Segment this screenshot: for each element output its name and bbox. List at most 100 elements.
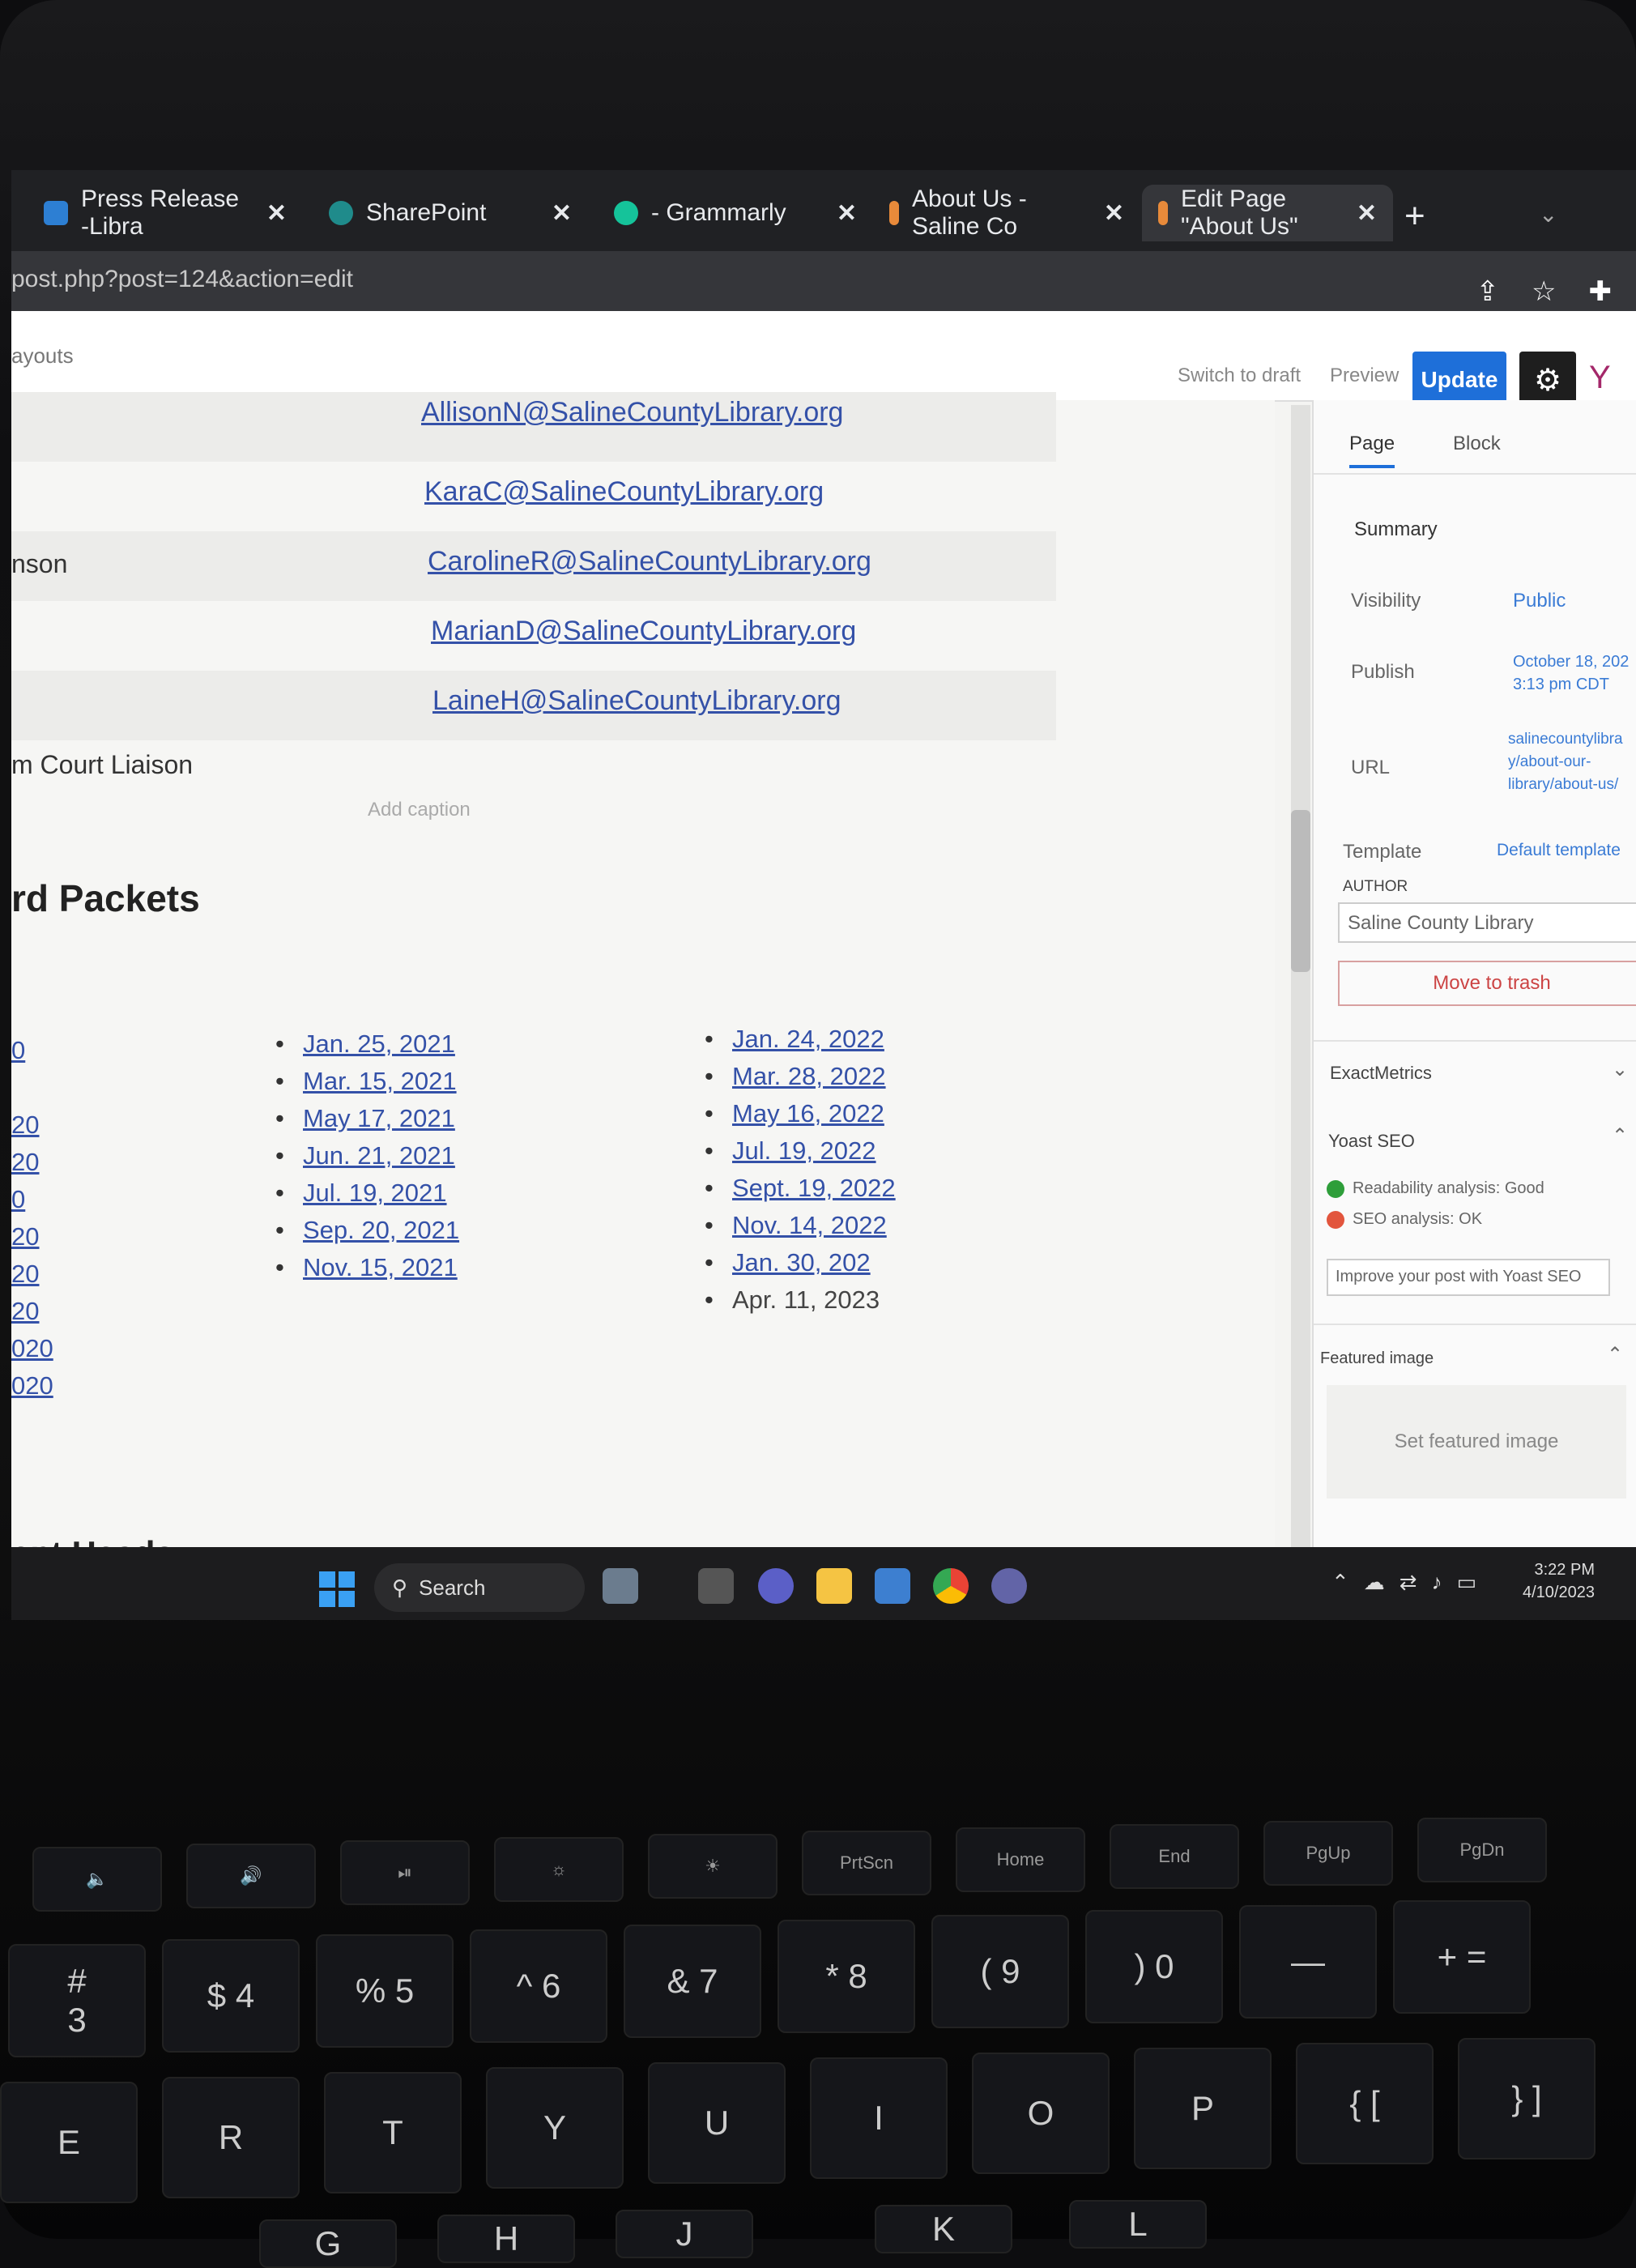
scrollbar-thumb[interactable] bbox=[1291, 810, 1310, 972]
windows-taskbar: ⚲ Search ⌃☁⇄♪▭ 3:22 PM 4/10/2023 bbox=[11, 1547, 1636, 1620]
readability-result: Readability analysis: Good bbox=[1327, 1179, 1544, 1198]
url-value-2[interactable]: y/about-our- bbox=[1508, 753, 1591, 771]
staff-email-link[interactable]: AllisonN@SalineCountyLibrary.org bbox=[421, 397, 843, 428]
publish-time[interactable]: 3:13 pm CDT bbox=[1513, 676, 1609, 694]
tab-block[interactable]: Block bbox=[1453, 433, 1501, 455]
close-tab-icon[interactable]: ✕ bbox=[1104, 199, 1124, 228]
visibility-value[interactable]: Public bbox=[1513, 590, 1566, 612]
system-tray-icons[interactable]: ⌃☁⇄♪▭ bbox=[1331, 1570, 1491, 1595]
packet-link[interactable]: Mar. 28, 2022 bbox=[705, 1058, 896, 1095]
key-k: K bbox=[875, 2205, 1012, 2253]
table-row: AllisonN@SalineCountyLibrary.org bbox=[11, 392, 1056, 462]
packet-link[interactable]: 20 bbox=[11, 1144, 53, 1181]
taskbar-search[interactable]: ⚲ Search bbox=[374, 1563, 585, 1612]
widgets-icon[interactable] bbox=[603, 1568, 638, 1604]
packet-link[interactable]: Jan. 30, 202 bbox=[705, 1244, 896, 1281]
close-tab-icon[interactable]: ✕ bbox=[266, 199, 287, 228]
improve-yoast-button[interactable]: Improve your post with Yoast SEO bbox=[1327, 1259, 1610, 1296]
new-tab-icon[interactable]: + bbox=[1404, 196, 1425, 237]
chevron-down-icon[interactable]: ⌄ bbox=[1612, 1058, 1628, 1081]
packet-link[interactable]: 20 bbox=[11, 1106, 53, 1144]
key-h: H bbox=[437, 2215, 575, 2263]
packet-link[interactable]: Sep. 20, 2021 bbox=[275, 1212, 459, 1249]
close-tab-icon[interactable]: ✕ bbox=[837, 199, 857, 228]
packet-link[interactable]: Jan. 25, 2021 bbox=[275, 1025, 459, 1063]
url-value-1[interactable]: salinecountylibra bbox=[1508, 731, 1623, 748]
author-select[interactable]: Saline County Library bbox=[1338, 902, 1636, 943]
move-to-trash-button[interactable]: Move to trash bbox=[1338, 961, 1636, 1006]
staff-email-link[interactable]: LaineH@SalineCountyLibrary.org bbox=[432, 685, 841, 717]
packet-link[interactable]: 20 bbox=[11, 1218, 53, 1256]
packet-link[interactable] bbox=[11, 1069, 53, 1106]
yoast-seo-panel[interactable]: Yoast SEO bbox=[1328, 1131, 1415, 1152]
packet-link[interactable]: 020 bbox=[11, 1367, 53, 1405]
set-featured-image-button[interactable]: Set featured image bbox=[1327, 1385, 1626, 1498]
publish-date[interactable]: October 18, 202 bbox=[1513, 653, 1629, 671]
url-value-3[interactable]: library/about-us/ bbox=[1508, 776, 1618, 794]
packet-link[interactable]: Jul. 19, 2021 bbox=[275, 1174, 459, 1212]
key-0: ) 0 bbox=[1085, 1910, 1223, 2023]
packet-link[interactable]: Mar. 15, 2021 bbox=[275, 1063, 459, 1100]
chevron-up-icon[interactable]: ⌃ bbox=[1607, 1343, 1623, 1366]
packet-link[interactable]: Jul. 19, 2022 bbox=[705, 1132, 896, 1170]
chevron-up-icon[interactable]: ⌃ bbox=[1612, 1124, 1628, 1148]
tab-about-us[interactable]: About Us - Saline Co ✕ bbox=[873, 185, 1140, 241]
chrome-icon[interactable] bbox=[933, 1568, 969, 1604]
url-text[interactable]: post.php?post=124&action=edit bbox=[11, 266, 353, 293]
tab-search-chevron-icon[interactable]: ⌄ bbox=[1539, 201, 1557, 228]
preview-button[interactable]: Preview bbox=[1330, 364, 1399, 387]
packet-link[interactable]: 20 bbox=[11, 1293, 53, 1330]
close-tab-icon[interactable]: ✕ bbox=[1357, 199, 1377, 228]
taskbar-clock[interactable]: 3:22 PM 4/10/2023 bbox=[1523, 1558, 1595, 1604]
packet-link[interactable]: 0 bbox=[11, 1181, 53, 1218]
key-5: % 5 bbox=[316, 1934, 454, 2048]
yoast-icon[interactable]: Y bbox=[1589, 360, 1611, 396]
task-view-icon[interactable] bbox=[698, 1568, 734, 1604]
packet-link[interactable]: Sept. 19, 2022 bbox=[705, 1170, 896, 1207]
exactmetrics-panel[interactable]: ExactMetrics bbox=[1330, 1063, 1432, 1084]
teams-chat-icon[interactable] bbox=[758, 1568, 794, 1604]
layouts-label[interactable]: ayouts bbox=[11, 343, 74, 369]
windows-start-icon[interactable] bbox=[319, 1571, 355, 1607]
key-f3: ⏯ bbox=[340, 1840, 470, 1905]
bookmark-star-icon[interactable]: ☆ bbox=[1532, 275, 1556, 308]
key-g: G bbox=[259, 2219, 397, 2268]
add-caption-placeholder[interactable]: Add caption bbox=[368, 799, 471, 821]
packet-link[interactable]: 020 bbox=[11, 1330, 53, 1367]
store-icon[interactable] bbox=[875, 1568, 910, 1604]
packet-link[interactable]: Jan. 24, 2022 bbox=[705, 1021, 896, 1058]
teams-icon[interactable] bbox=[991, 1568, 1027, 1604]
staff-email-link[interactable]: CarolineR@SalineCountyLibrary.org bbox=[428, 546, 871, 578]
laptop-screen: Press Release -Libra ✕ SharePoint ✕ - Gr… bbox=[11, 170, 1636, 1620]
packet-link[interactable]: Nov. 14, 2022 bbox=[705, 1207, 896, 1244]
staff-email-link[interactable]: KaraC@SalineCountyLibrary.org bbox=[424, 476, 824, 508]
template-value[interactable]: Default template bbox=[1497, 841, 1621, 860]
grammarly-favicon-icon bbox=[614, 201, 638, 225]
featured-image-panel[interactable]: Featured image bbox=[1320, 1349, 1434, 1368]
close-tab-icon[interactable]: ✕ bbox=[552, 199, 572, 228]
summary-heading[interactable]: Summary bbox=[1354, 518, 1438, 541]
tab-grammarly[interactable]: - Grammarly ✕ bbox=[598, 185, 873, 241]
share-icon[interactable]: ⇪ bbox=[1476, 275, 1500, 308]
staff-email-link[interactable]: MarianD@SalineCountyLibrary.org bbox=[431, 616, 856, 647]
tab-page[interactable]: Page bbox=[1349, 433, 1395, 468]
key-o: O bbox=[972, 2053, 1110, 2174]
packet-link[interactable]: 0 bbox=[11, 1032, 53, 1069]
board-packets-heading: rd Packets bbox=[11, 877, 200, 919]
tab-sharepoint[interactable]: SharePoint ✕ bbox=[313, 185, 588, 241]
packet-link[interactable]: May 17, 2021 bbox=[275, 1100, 459, 1137]
search-label: Search bbox=[419, 1575, 486, 1600]
tab-label: About Us - Saline Co bbox=[912, 185, 1027, 240]
switch-to-draft-button[interactable]: Switch to draft bbox=[1178, 364, 1301, 387]
tab-edit-page[interactable]: Edit Page "About Us" ✕ bbox=[1142, 185, 1393, 241]
packet-item: Apr. 11, 2023 bbox=[705, 1281, 896, 1319]
packet-link[interactable]: Nov. 15, 2021 bbox=[275, 1249, 459, 1286]
extensions-puzzle-icon[interactable]: ✚ bbox=[1589, 275, 1613, 308]
file-explorer-icon[interactable] bbox=[816, 1568, 852, 1604]
content-scrollbar[interactable] bbox=[1291, 405, 1310, 1620]
packet-link[interactable]: May 16, 2022 bbox=[705, 1095, 896, 1132]
packet-link[interactable]: Jun. 21, 2021 bbox=[275, 1137, 459, 1174]
address-bar[interactable]: post.php?post=124&action=edit bbox=[11, 251, 1636, 311]
tab-press-release[interactable]: Press Release -Libra ✕ bbox=[28, 185, 303, 241]
packet-link[interactable]: 20 bbox=[11, 1256, 53, 1293]
